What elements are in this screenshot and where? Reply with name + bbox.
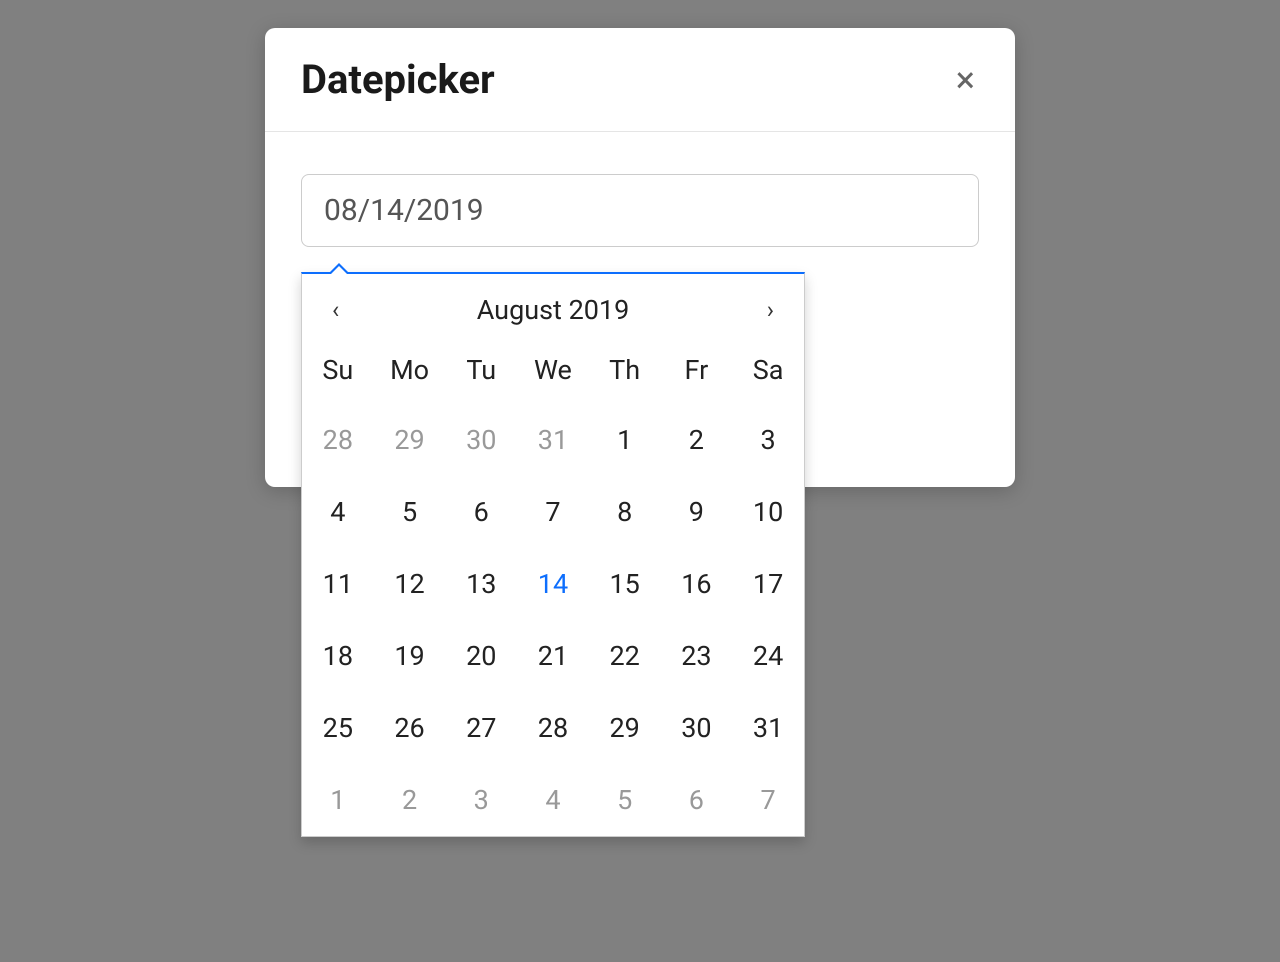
- calendar-week-row: 11121314151617: [302, 548, 804, 620]
- calendar-day-cell[interactable]: 29: [374, 404, 446, 476]
- calendar-day-cell[interactable]: 19: [374, 620, 446, 692]
- calendar-day-cell[interactable]: 10: [732, 476, 804, 548]
- calendar-day-cell[interactable]: 20: [445, 620, 517, 692]
- calendar-day-cell[interactable]: 2: [374, 764, 446, 836]
- popup-arrow-icon: [328, 263, 350, 274]
- calendar-day-cell[interactable]: 8: [589, 476, 661, 548]
- calendar-day-cell[interactable]: 7: [517, 476, 589, 548]
- calendar-day-cell[interactable]: 9: [661, 476, 733, 548]
- calendar-day-cell[interactable]: 18: [302, 620, 374, 692]
- modal-title: Datepicker: [301, 56, 495, 103]
- calendar-day-cell[interactable]: 1: [302, 764, 374, 836]
- calendar-day-cell[interactable]: 26: [374, 692, 446, 764]
- calendar-day-cell[interactable]: 3: [732, 404, 804, 476]
- calendar-day-cell[interactable]: 3: [445, 764, 517, 836]
- calendar-day-cell[interactable]: 21: [517, 620, 589, 692]
- calendar-day-cell[interactable]: 23: [661, 620, 733, 692]
- calendar-week-row: 25262728293031: [302, 692, 804, 764]
- calendar-day-cell[interactable]: 27: [445, 692, 517, 764]
- calendar-day-cell[interactable]: 28: [302, 404, 374, 476]
- calendar-day-cell[interactable]: 22: [589, 620, 661, 692]
- calendar-day-cell[interactable]: 15: [589, 548, 661, 620]
- weekday-label: Th: [589, 342, 661, 404]
- weekday-label: Sa: [732, 342, 804, 404]
- calendar-day-cell[interactable]: 12: [374, 548, 446, 620]
- calendar-day-cell[interactable]: 30: [445, 404, 517, 476]
- calendar-day-cell[interactable]: 5: [374, 476, 446, 548]
- calendar-day-cell[interactable]: 24: [732, 620, 804, 692]
- weekday-label: Fr: [661, 342, 733, 404]
- weekday-label: Tu: [445, 342, 517, 404]
- weekday-label: Mo: [374, 342, 446, 404]
- calendar-day-cell[interactable]: 17: [732, 548, 804, 620]
- month-year-label[interactable]: August 2019: [477, 294, 630, 326]
- calendar-week-row: 45678910: [302, 476, 804, 548]
- modal-body: ‹ August 2019 › Su Mo Tu We Th Fr Sa 2: [265, 132, 1015, 487]
- date-input[interactable]: [301, 174, 979, 247]
- calendar-day-cell[interactable]: 14: [517, 548, 589, 620]
- calendar-week-row: 18192021222324: [302, 620, 804, 692]
- calendar-grid: Su Mo Tu We Th Fr Sa 2829303112345678910…: [302, 342, 804, 836]
- calendar-header: ‹ August 2019 ›: [302, 274, 804, 342]
- weekday-row: Su Mo Tu We Th Fr Sa: [302, 342, 804, 404]
- datepicker-modal: Datepicker × ‹ August 2019 › Su Mo Tu We…: [265, 28, 1015, 487]
- calendar-day-cell[interactable]: 31: [517, 404, 589, 476]
- calendar-day-cell[interactable]: 6: [445, 476, 517, 548]
- calendar-day-cell[interactable]: 7: [732, 764, 804, 836]
- calendar-day-cell[interactable]: 30: [661, 692, 733, 764]
- calendar-day-cell[interactable]: 31: [732, 692, 804, 764]
- datepicker-popup: ‹ August 2019 › Su Mo Tu We Th Fr Sa 2: [301, 272, 805, 837]
- calendar-day-cell[interactable]: 5: [589, 764, 661, 836]
- prev-month-button[interactable]: ‹: [324, 292, 347, 328]
- calendar-week-row: 1234567: [302, 764, 804, 836]
- modal-header: Datepicker ×: [265, 28, 1015, 132]
- calendar-day-cell[interactable]: 16: [661, 548, 733, 620]
- calendar-day-cell[interactable]: 2: [661, 404, 733, 476]
- calendar-day-cell[interactable]: 6: [661, 764, 733, 836]
- calendar-day-cell[interactable]: 4: [517, 764, 589, 836]
- calendar-day-cell[interactable]: 28: [517, 692, 589, 764]
- calendar-day-cell[interactable]: 1: [589, 404, 661, 476]
- calendar-day-cell[interactable]: 25: [302, 692, 374, 764]
- calendar-day-cell[interactable]: 4: [302, 476, 374, 548]
- calendar-day-cell[interactable]: 29: [589, 692, 661, 764]
- weekday-label: We: [517, 342, 589, 404]
- close-icon[interactable]: ×: [952, 62, 979, 98]
- calendar-week-row: 28293031123: [302, 404, 804, 476]
- calendar-day-cell[interactable]: 11: [302, 548, 374, 620]
- next-month-button[interactable]: ›: [759, 292, 782, 328]
- weekday-label: Su: [302, 342, 374, 404]
- calendar-day-cell[interactable]: 13: [445, 548, 517, 620]
